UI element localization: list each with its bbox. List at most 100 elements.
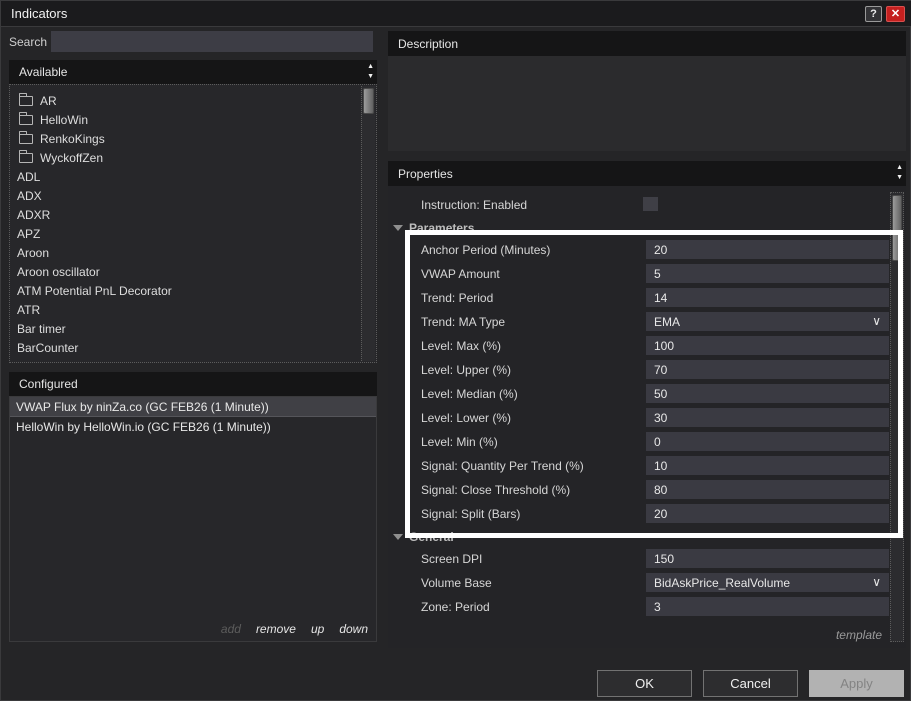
folder-icon xyxy=(19,96,33,106)
checkbox-instruction-enabled[interactable] xyxy=(643,197,658,211)
template-link[interactable]: template xyxy=(836,628,882,642)
available-item-bar-timer[interactable]: Bar timer xyxy=(10,319,376,338)
property-value: EMA xyxy=(654,315,680,329)
available-item-label: ADXR xyxy=(17,208,50,222)
available-item-atr[interactable]: ATR xyxy=(10,300,376,319)
configured-item-hellowin-by-hellowin-io-gc-feb[interactable]: HelloWin by HelloWin.io (GC FEB26 (1 Min… xyxy=(10,417,376,437)
close-button[interactable]: ✕ xyxy=(886,6,905,22)
cancel-button[interactable]: Cancel xyxy=(703,670,798,697)
input-level-lower[interactable]: 30 xyxy=(646,408,889,427)
property-value: 100 xyxy=(654,339,674,353)
input-trend-period[interactable]: 14 xyxy=(646,288,889,307)
property-row-trend-ma-type: Trend: MA TypeEMA∨ xyxy=(388,310,906,334)
available-item-label: BarCounter xyxy=(17,341,78,355)
property-value: BidAskPrice_RealVolume xyxy=(654,576,790,590)
input-level-min[interactable]: 0 xyxy=(646,432,889,451)
property-row-level-upper: Level: Upper (%) 70 xyxy=(388,358,906,382)
up-link[interactable]: up xyxy=(311,622,324,636)
scroll-down-icon[interactable]: ▼ xyxy=(896,173,903,182)
chevron-down-icon: ∨ xyxy=(872,574,881,591)
collapse-triangle-icon[interactable] xyxy=(393,225,403,231)
available-item-aroon-oscillator[interactable]: Aroon oscillator xyxy=(10,262,376,281)
window-title: Indicators xyxy=(11,6,67,21)
folder-icon xyxy=(19,153,33,163)
available-item-atm-potential-pnl-decorator[interactable]: ATM Potential PnL Decorator xyxy=(10,281,376,300)
chevron-down-icon: ∨ xyxy=(872,313,881,330)
configured-item-vwap-flux-by-ninza-co-gc-feb26[interactable]: VWAP Flux by ninZa.co (GC FEB26 (1 Minut… xyxy=(10,397,376,417)
available-item-wyckoffzen[interactable]: WyckoffZen xyxy=(10,148,376,167)
available-item-label: ATR xyxy=(17,303,40,317)
available-item-hellowin[interactable]: HelloWin xyxy=(10,110,376,129)
property-label: Instruction: Enabled xyxy=(421,198,527,212)
available-scrollbar[interactable] xyxy=(361,86,375,361)
properties-scrollbar[interactable] xyxy=(890,192,904,642)
group-header-general[interactable]: General xyxy=(388,526,906,547)
available-item-label: Aroon oscillator xyxy=(17,265,100,279)
property-label: VWAP Amount xyxy=(421,267,500,281)
properties-header-label: Properties xyxy=(398,167,453,181)
property-value: 50 xyxy=(654,387,667,401)
property-label: Level: Upper (%) xyxy=(421,363,511,377)
group-label: Parameters xyxy=(409,221,474,235)
property-label: Signal: Close Threshold (%) xyxy=(421,483,570,497)
property-row-instruction-enabled: Instruction: Enabled xyxy=(388,193,906,217)
available-item-aroon[interactable]: Aroon xyxy=(10,243,376,262)
available-item-barcounter[interactable]: BarCounter xyxy=(10,338,376,357)
property-label: Level: Max (%) xyxy=(421,339,501,353)
configured-list-header: Configured xyxy=(9,372,377,396)
ok-button[interactable]: OK xyxy=(597,670,692,697)
input-level-median[interactable]: 50 xyxy=(646,384,889,403)
property-value: 80 xyxy=(654,483,667,497)
dropdown-volume-base[interactable]: BidAskPrice_RealVolume ∨ xyxy=(646,573,889,592)
scroll-up-icon[interactable]: ▲ xyxy=(367,62,374,71)
available-item-label: ADL xyxy=(17,170,40,184)
available-item-label: ATM Potential PnL Decorator xyxy=(17,284,172,298)
input-vwap-amount[interactable]: 5 xyxy=(646,264,889,283)
available-item-ar[interactable]: AR xyxy=(10,91,376,110)
add-link[interactable]: add xyxy=(221,622,241,636)
input-screen-dpi[interactable]: 150 xyxy=(646,549,889,568)
collapse-triangle-icon[interactable] xyxy=(393,534,403,540)
help-button[interactable]: ? xyxy=(865,6,882,22)
available-item-label: RenkoKings xyxy=(40,132,105,146)
available-item-renkokings[interactable]: RenkoKings xyxy=(10,129,376,148)
group-header-parameters[interactable]: Parameters xyxy=(388,217,906,238)
input-signal-split-bars[interactable]: 20 xyxy=(646,504,889,523)
down-link[interactable]: down xyxy=(339,622,368,636)
scroll-up-icon[interactable]: ▲ xyxy=(896,163,903,172)
property-row-zone-period: Zone: Period3 xyxy=(388,595,906,619)
property-row-signal-close-threshold: Signal: Close Threshold (%) 80 xyxy=(388,478,906,502)
property-row-level-median: Level: Median (%) 50 xyxy=(388,382,906,406)
dropdown-trend-ma-type[interactable]: EMA ∨ xyxy=(646,312,889,331)
available-item-label: AR xyxy=(40,94,57,108)
input-level-max[interactable]: 100 xyxy=(646,336,889,355)
description-header: Description xyxy=(388,31,906,56)
property-label: Level: Median (%) xyxy=(421,387,518,401)
configured-actions: add remove up down xyxy=(221,622,368,636)
search-input[interactable] xyxy=(51,31,373,52)
remove-link[interactable]: remove xyxy=(256,622,296,636)
property-row-signal-quantity-per-trend: Signal: Quantity Per Trend (%)10 xyxy=(388,454,906,478)
input-signal-quantity-per-trend[interactable]: 10 xyxy=(646,456,889,475)
input-signal-close-threshold[interactable]: 80 xyxy=(646,480,889,499)
scroll-down-icon[interactable]: ▼ xyxy=(367,72,374,81)
input-zone-period[interactable]: 3 xyxy=(646,597,889,616)
property-value: 30 xyxy=(654,411,667,425)
input-anchor-period-minutes[interactable]: 20 xyxy=(646,240,889,259)
property-row-level-min: Level: Min (%)0 xyxy=(388,430,906,454)
property-value: 70 xyxy=(654,363,667,377)
available-item-adx[interactable]: ADX xyxy=(10,186,376,205)
property-label: Level: Lower (%) xyxy=(421,411,511,425)
available-item-adxr[interactable]: ADXR xyxy=(10,205,376,224)
available-item-adl[interactable]: ADL xyxy=(10,167,376,186)
folder-icon xyxy=(19,134,33,144)
available-scrollbar-thumb[interactable] xyxy=(363,88,374,114)
available-item-apz[interactable]: APZ xyxy=(10,224,376,243)
apply-button[interactable]: Apply xyxy=(809,670,904,697)
properties-scrollbar-thumb[interactable] xyxy=(892,195,902,261)
property-value: 20 xyxy=(654,507,667,521)
group-label: General xyxy=(409,530,454,544)
property-label: Trend: Period xyxy=(421,291,493,305)
available-item-label: APZ xyxy=(17,227,40,241)
input-level-upper[interactable]: 70 xyxy=(646,360,889,379)
